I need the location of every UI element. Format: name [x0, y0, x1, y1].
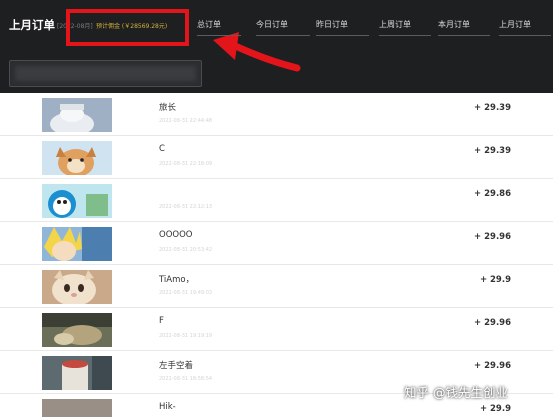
order-row[interactable]: OOOOO 2022-08-31 20:53:42 + 29.96	[0, 222, 553, 265]
order-row[interactable]: TiAmo， 2022-08-31 19:49:03 + 29.9	[0, 265, 553, 308]
order-time: 2022-08-31 22:18:09	[159, 161, 213, 167]
tab-underline	[256, 35, 310, 36]
tab-label: 昨日订单	[316, 20, 348, 29]
order-time: 2022-08-31 20:53:42	[159, 247, 213, 253]
avatar	[42, 313, 112, 347]
tab-label: 本月订单	[438, 20, 470, 29]
tab-last-week-orders[interactable]: 上周订单	[379, 19, 433, 36]
tab-underline	[197, 35, 241, 36]
order-time: 2022-08-31 22:12:13	[159, 204, 213, 210]
tab-total-orders[interactable]: 总订单	[197, 19, 244, 36]
order-time: 2022-08-31 18:58:54	[159, 376, 213, 382]
search-input[interactable]	[9, 60, 202, 87]
order-amount: + 29.39	[474, 146, 511, 156]
avatar	[42, 356, 112, 390]
order-name: OOOOO	[159, 230, 193, 240]
avatar	[42, 184, 112, 218]
tab-underline	[499, 35, 551, 36]
order-amount: + 29.96	[474, 361, 511, 371]
tab-label: 上周订单	[379, 20, 411, 29]
tab-label: 上月订单	[499, 20, 531, 29]
order-name: F	[159, 316, 164, 326]
highlight-box	[66, 9, 189, 46]
header-bar: 上月订单 [2022-08月] 预计佣金 (￥28569.28元) 总订单 今日…	[0, 0, 553, 93]
order-name: TiAmo，	[159, 275, 195, 285]
tab-underline	[316, 35, 369, 36]
order-time: 2022-08-31 22:44:48	[159, 118, 213, 124]
order-row[interactable]: F 2022-08-31 19:19:19 + 29.96	[0, 308, 553, 351]
avatar	[42, 399, 112, 417]
order-row[interactable]: C 2022-08-31 22:18:09 + 29.39	[0, 136, 553, 179]
avatar	[42, 227, 112, 261]
avatar	[42, 270, 112, 304]
order-amount: + 29.96	[474, 232, 511, 242]
tab-today-orders[interactable]: 今日订单	[256, 19, 316, 36]
order-name: 旅长	[159, 103, 177, 113]
order-name: 左手空着	[159, 361, 194, 371]
red-arrow-icon	[213, 32, 301, 72]
avatar	[42, 141, 112, 175]
tab-label: 今日订单	[256, 20, 288, 29]
order-name: Hik-	[159, 402, 176, 412]
order-name: C	[159, 144, 165, 154]
order-row[interactable]: 旅长 2022-08-31 22:44:48 + 29.39	[0, 93, 553, 136]
order-time: 2022-08-31 19:19:19	[159, 333, 213, 339]
tab-label: 总订单	[197, 20, 221, 29]
tab-this-month-orders[interactable]: 本月订单	[438, 19, 494, 36]
tab-underline	[379, 35, 431, 36]
order-amount: + 29.39	[474, 103, 511, 113]
order-amount: + 29.9	[479, 275, 511, 285]
tab-last-month-orders[interactable]: 上月订单	[499, 19, 553, 36]
order-amount: + 29.9	[479, 404, 511, 414]
page-title: 上月订单	[9, 18, 55, 32]
order-row[interactable]: 2022-08-31 22:12:13 + 29.86	[0, 179, 553, 222]
blurred-content	[15, 66, 196, 81]
avatar	[42, 98, 112, 132]
tab-underline	[438, 35, 490, 36]
watermark: 知乎 @钱先生创业	[404, 385, 508, 400]
tab-yesterday-orders[interactable]: 昨日订单	[316, 19, 375, 36]
order-time: 2022-08-31 19:49:03	[159, 290, 213, 296]
order-amount: + 29.86	[474, 189, 511, 199]
order-amount: + 29.96	[474, 318, 511, 328]
